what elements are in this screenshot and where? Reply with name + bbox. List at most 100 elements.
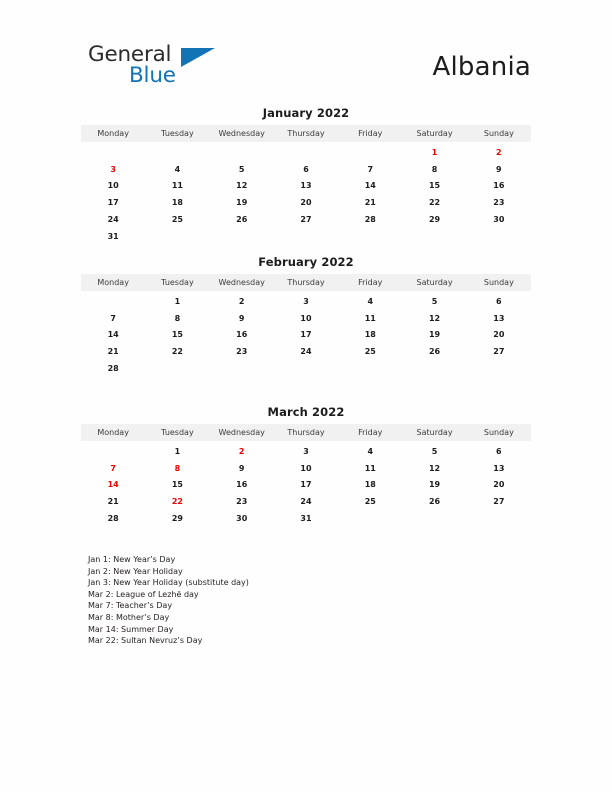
weekday-header-friday: Friday [338, 125, 403, 142]
calendar-day[interactable]: 26 [402, 343, 466, 360]
calendar-day[interactable]: 15 [145, 477, 209, 494]
calendar-day[interactable]: 14 [338, 178, 402, 195]
calendar-day[interactable]: 5 [210, 161, 274, 178]
calendar-day[interactable]: 21 [338, 194, 402, 211]
calendar-day[interactable]: 24 [274, 343, 338, 360]
calendar-day[interactable]: 19 [402, 477, 466, 494]
calendar-day[interactable]: 30 [467, 211, 531, 228]
calendar-day[interactable]: 23 [467, 194, 531, 211]
calendar-day[interactable]: 9 [467, 161, 531, 178]
calendar-day[interactable]: 7 [338, 161, 402, 178]
calendar-day[interactable]: 4 [338, 441, 402, 460]
calendar-day[interactable]: 24 [274, 493, 338, 510]
calendar-day[interactable]: 29 [145, 510, 209, 527]
calendar-day[interactable]: 3 [274, 291, 338, 310]
calendar-day[interactable]: 29 [402, 211, 466, 228]
calendar-day[interactable]: 27 [274, 211, 338, 228]
weekday-header-sunday: Sunday [466, 274, 531, 291]
calendar-day[interactable]: 6 [274, 161, 338, 178]
calendar-day[interactable]: 26 [402, 493, 466, 510]
calendar-day[interactable]: 12 [210, 178, 274, 195]
calendar-day-holiday[interactable]: 3 [81, 161, 145, 178]
calendar-day[interactable]: 11 [338, 310, 402, 327]
calendar-day[interactable]: 3 [274, 441, 338, 460]
calendar-day[interactable]: 10 [274, 460, 338, 477]
calendar-week-row: 14 15 16 17 18 19 20 [81, 327, 531, 344]
calendar-day[interactable]: 10 [274, 310, 338, 327]
calendar-day[interactable]: 21 [81, 493, 145, 510]
calendar-day[interactable]: 11 [145, 178, 209, 195]
calendar-day[interactable]: 27 [467, 343, 531, 360]
calendar-day[interactable]: 20 [274, 194, 338, 211]
calendar-day[interactable]: 20 [467, 327, 531, 344]
weekday-header-row: Monday Tuesday Wednesday Thursday Friday Satu… [81, 125, 531, 142]
calendar-day[interactable]: 6 [467, 441, 531, 460]
calendar-week-row: 123456 [81, 291, 531, 310]
calendar-day[interactable]: 28 [81, 360, 145, 377]
weekday-header-row: Monday Tuesday Wednesday Thursday Friday Satu… [81, 274, 531, 291]
calendar-day[interactable]: 4 [145, 161, 209, 178]
calendar-day-holiday[interactable]: 1 [402, 142, 466, 161]
calendar-day[interactable]: 17 [274, 477, 338, 494]
calendar-day[interactable]: 9 [210, 460, 274, 477]
calendar-day[interactable]: 8 [402, 161, 466, 178]
calendar-day-holiday[interactable]: 22 [145, 493, 209, 510]
calendar-day[interactable]: 10 [81, 178, 145, 195]
calendar-day-holiday[interactable]: 14 [81, 477, 145, 494]
calendar-day[interactable]: 18 [338, 327, 402, 344]
calendar-day[interactable]: 24 [81, 211, 145, 228]
calendar-day[interactable]: 11 [338, 460, 402, 477]
calendar-day[interactable]: 27 [467, 493, 531, 510]
calendar-day[interactable]: 13 [467, 310, 531, 327]
calendar-day[interactable]: 15 [145, 327, 209, 344]
calendar-day[interactable]: 1 [145, 441, 209, 460]
calendar-day[interactable]: 23 [210, 343, 274, 360]
weekday-header-saturday: Saturday [402, 424, 467, 441]
calendar-day[interactable]: 8 [145, 310, 209, 327]
calendar-day[interactable]: 28 [81, 510, 145, 527]
calendar-day[interactable]: 5 [402, 441, 466, 460]
calendar-day[interactable]: 20 [467, 477, 531, 494]
calendar-day[interactable]: 17 [274, 327, 338, 344]
calendar-day[interactable]: 19 [402, 327, 466, 344]
calendar-day[interactable]: 31 [274, 510, 338, 527]
calendar-day[interactable]: 25 [338, 343, 402, 360]
holiday-legend-item: Jan 3: New Year Holiday (substitute day) [88, 578, 249, 588]
calendar-day[interactable]: 28 [338, 211, 402, 228]
calendar-day[interactable]: 18 [338, 477, 402, 494]
calendar-day-holiday[interactable]: 8 [145, 460, 209, 477]
calendar-day[interactable]: 2 [210, 291, 274, 310]
calendar-day[interactable]: 7 [81, 310, 145, 327]
calendar-day[interactable]: 12 [402, 460, 466, 477]
calendar-day-holiday[interactable]: 2 [210, 441, 274, 460]
calendar-day[interactable]: 25 [338, 493, 402, 510]
calendar-day[interactable]: 31 [81, 228, 145, 245]
calendar-day-holiday[interactable]: 7 [81, 460, 145, 477]
calendar-day[interactable]: 26 [210, 211, 274, 228]
holiday-legend: Jan 1: New Year’s Day Jan 2: New Year Hol… [88, 554, 528, 647]
calendar-day[interactable]: 18 [145, 194, 209, 211]
calendar-day[interactable]: 16 [210, 327, 274, 344]
calendar-day[interactable]: 9 [210, 310, 274, 327]
calendar-day[interactable]: 30 [210, 510, 274, 527]
calendar-day[interactable]: 19 [210, 194, 274, 211]
calendar-day[interactable]: 4 [338, 291, 402, 310]
calendar-day[interactable]: 16 [467, 178, 531, 195]
calendar-day[interactable]: 6 [467, 291, 531, 310]
month-block-january: January 2022 Monday Tuesday Wednesday Thurs… [81, 106, 531, 245]
calendar-day[interactable]: 14 [81, 327, 145, 344]
calendar-day[interactable]: 23 [210, 493, 274, 510]
calendar-day[interactable]: 17 [81, 194, 145, 211]
calendar-day[interactable]: 12 [402, 310, 466, 327]
calendar-day[interactable]: 25 [145, 211, 209, 228]
calendar-day[interactable]: 13 [274, 178, 338, 195]
calendar-day[interactable]: 22 [402, 194, 466, 211]
calendar-day-holiday[interactable]: 2 [467, 142, 531, 161]
calendar-day[interactable]: 5 [402, 291, 466, 310]
calendar-day[interactable]: 21 [81, 343, 145, 360]
calendar-day[interactable]: 22 [145, 343, 209, 360]
calendar-day[interactable]: 15 [402, 178, 466, 195]
calendar-day[interactable]: 16 [210, 477, 274, 494]
calendar-day[interactable]: 1 [145, 291, 209, 310]
calendar-day[interactable]: 13 [467, 460, 531, 477]
